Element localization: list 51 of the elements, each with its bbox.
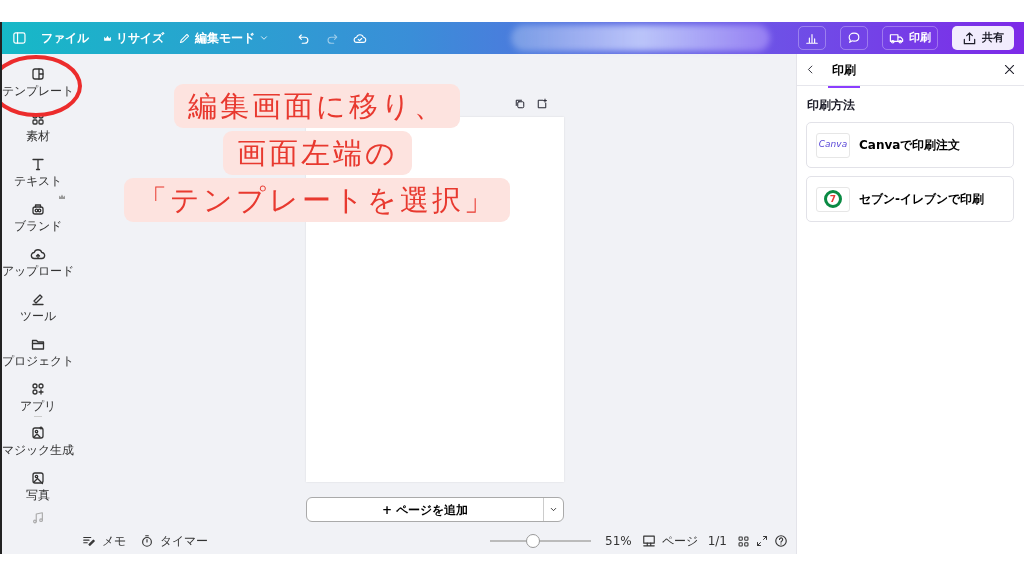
notes-icon[interactable] (82, 534, 96, 548)
sidebar-item[interactable]: テンプレート (2, 62, 74, 107)
speech-bubble-icon (847, 31, 861, 45)
timer-icon[interactable] (140, 534, 154, 548)
magic-image-icon (30, 425, 46, 441)
bar-chart-icon (805, 31, 819, 45)
analytics-button[interactable] (798, 26, 826, 50)
comment-button[interactable] (840, 26, 868, 50)
logo-text: Canva (818, 138, 848, 152)
sidebar-item[interactable]: アップロード (2, 242, 74, 287)
print-option[interactable]: Canva Canvaで印刷注文 (806, 122, 1014, 168)
print-option[interactable]: 7 セブン-イレブンで印刷 (806, 176, 1014, 222)
image-icon (30, 470, 46, 486)
fullscreen-icon[interactable] (756, 535, 768, 547)
zoom-reading: 51% (605, 533, 632, 550)
cloud-upload-icon (30, 246, 46, 262)
logo-text: 7 (824, 190, 842, 208)
chevron-down-icon (258, 33, 269, 43)
slider-thumb[interactable] (526, 534, 541, 548)
page-count: 1/1 (707, 533, 727, 550)
text-icon (30, 156, 46, 172)
pages-label[interactable]: ページ (661, 532, 698, 550)
sidebar-item[interactable]: ブランド (2, 197, 74, 242)
notes-label[interactable]: メモ (102, 532, 126, 550)
annotation-text: 編集画面に移り、 (174, 84, 460, 128)
layout-icon (30, 66, 46, 82)
sidebar-toggle-icon[interactable] (12, 30, 27, 46)
print-button[interactable]: 印刷 (882, 26, 938, 50)
timer-label[interactable]: タイマー (160, 532, 208, 550)
pages-icon[interactable] (641, 534, 656, 548)
close-icon[interactable] (1003, 63, 1016, 76)
add-page-icon[interactable] (536, 98, 548, 110)
sidebar-item[interactable]: テキスト (2, 152, 74, 197)
grid-view-icon[interactable] (737, 534, 750, 548)
sidebar-item[interactable]: ツール (2, 287, 74, 332)
sidebar-item[interactable]: マジック生成 (2, 421, 74, 466)
duplicate-icon[interactable] (514, 98, 526, 110)
pencil-icon (177, 31, 191, 45)
chevron-down-icon (549, 505, 558, 514)
sidebar-item[interactable]: アプリ (2, 377, 74, 422)
sidebar-item[interactable]: 素材 (2, 107, 74, 152)
annotation-text: 画面左端の (222, 131, 412, 175)
panel-tab[interactable]: 印刷 (828, 52, 860, 88)
sidebar-item[interactable]: 写真 (2, 466, 74, 511)
annotation-text: 「テンプレートを選択」 (124, 178, 510, 222)
sidebar-item[interactable]: プロジェクト (2, 332, 74, 377)
apps-icon (30, 381, 46, 397)
upload-icon (962, 30, 977, 46)
share-button[interactable]: 共有 (952, 26, 1014, 50)
section-title: 印刷方法 (806, 97, 856, 114)
help-icon[interactable] (774, 534, 788, 548)
